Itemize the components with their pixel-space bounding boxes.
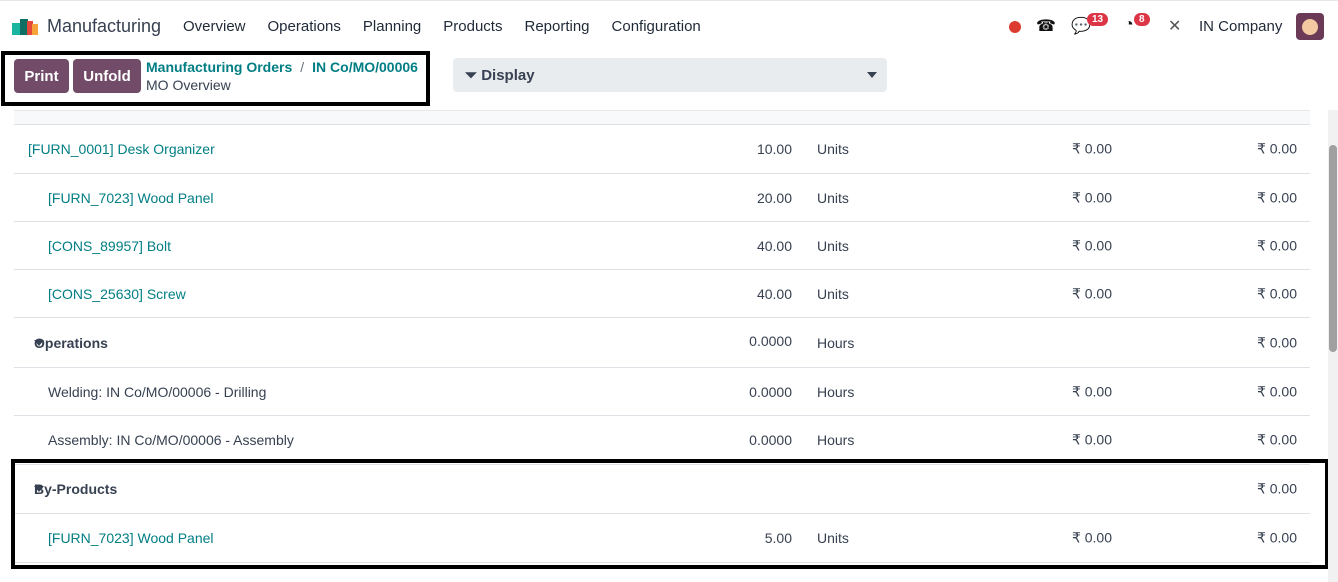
row-cost: ₹ 0.00: [1071, 189, 1112, 205]
breadcrumb-mo[interactable]: IN Co/MO/00006: [312, 59, 418, 75]
table-row: [CONS_25630] Screw 40.00 Units ₹ 0.00 ₹ …: [14, 270, 1310, 318]
row-quantity: 40.00: [756, 285, 792, 302]
messages-badge: 13: [1087, 13, 1109, 26]
filter-icon: ⏷: [465, 67, 478, 84]
row-unit: Units: [817, 530, 849, 546]
menu-products[interactable]: Products: [443, 18, 502, 35]
row-quantity: 10.00: [756, 141, 792, 157]
row-unit: Hours: [817, 432, 855, 448]
menu-planning[interactable]: Planning: [363, 18, 421, 35]
user-avatar[interactable]: [1296, 13, 1324, 40]
row-unit: Hours: [817, 334, 855, 351]
row-quantity: 20.00: [756, 189, 792, 206]
row-total: ₹ 0.00: [1256, 189, 1297, 205]
table-row: [FURN_0001] Desk Organizer 10.00 Units ₹…: [14, 125, 1310, 174]
activity-clock-icon[interactable]: ◔: [1124, 16, 1134, 34]
activities-badge: 8: [1134, 13, 1150, 26]
table-header: [14, 110, 1310, 125]
row-total: ₹ 0.00: [1256, 334, 1297, 350]
main-menu: Overview Operations Planning Products Re…: [183, 18, 701, 35]
row-name[interactable]: [FURN_7023] Wood Panel: [48, 190, 214, 206]
row-total: ₹ 0.00: [1256, 431, 1297, 448]
row-name[interactable]: [FURN_7023] Wood Panel: [48, 530, 214, 546]
manufacturing-logo-icon: [12, 19, 38, 35]
row-quantity: 40.00: [756, 237, 792, 254]
page-title: MO Overview: [146, 77, 231, 93]
row-cost: ₹ 0.00: [1071, 431, 1112, 448]
table-row: Welding: IN Co/MO/00006 - Drilling 0.000…: [14, 368, 1310, 416]
row-unit: Units: [817, 141, 849, 157]
row-cost: ₹ 0.00: [1071, 529, 1112, 546]
row-name[interactable]: [FURN_0001] Desk Organizer: [28, 141, 215, 157]
breadcrumb-manufacturing-orders[interactable]: Manufacturing Orders: [146, 59, 292, 75]
row-quantity: 5.00: [764, 530, 792, 546]
row-unit: Units: [817, 189, 849, 206]
row-cost: ₹ 0.00: [1071, 383, 1112, 399]
row-quantity: 0.0000: [749, 383, 792, 400]
menu-configuration[interactable]: Configuration: [612, 18, 701, 35]
status-dot-icon[interactable]: [1009, 21, 1021, 33]
row-unit: Hours: [817, 383, 855, 400]
breadcrumb-separator: /: [300, 59, 305, 75]
menu-reporting[interactable]: Reporting: [524, 18, 589, 35]
row-quantity: 0.0000: [749, 432, 792, 448]
row-name[interactable]: [CONS_25630] Screw: [48, 286, 186, 302]
row-cost: ₹ 0.00: [1071, 285, 1112, 301]
top-navbar: Manufacturing Overview Operations Planni…: [0, 0, 1338, 52]
breadcrumb: Manufacturing Orders / IN Co/MO/00006: [146, 59, 418, 75]
app-name[interactable]: Manufacturing: [47, 16, 161, 37]
tools-icon[interactable]: ✕: [1168, 16, 1181, 36]
section-row: Operations 0.0000 Hours ₹ 0.00: [14, 318, 1310, 368]
row-total: ₹ 0.00: [1256, 285, 1297, 301]
row-name: Welding: IN Co/MO/00006 - Drilling: [48, 383, 267, 400]
menu-operations[interactable]: Operations: [268, 18, 341, 35]
phone-icon[interactable]: ☎: [1036, 16, 1056, 36]
print-button[interactable]: Print: [14, 59, 69, 93]
row-total: ₹ 0.00: [1256, 140, 1297, 157]
menu-overview[interactable]: Overview: [183, 18, 246, 35]
display-dropdown[interactable]: ⏷ Display: [453, 58, 887, 92]
table-row: [FURN_7023] Wood Panel 20.00 Units ₹ 0.0…: [14, 174, 1310, 222]
company-switcher[interactable]: IN Company: [1199, 18, 1282, 35]
row-quantity: 0.0000: [749, 332, 792, 349]
row-total: ₹ 0.00: [1256, 237, 1297, 253]
row-cost: ₹ 0.00: [1071, 237, 1112, 253]
table-row: [CONS_89957] Bolt 40.00 Units ₹ 0.00 ₹ 0…: [14, 222, 1310, 270]
scrollbar-thumb[interactable]: [1329, 145, 1337, 352]
row-total: ₹ 0.00: [1256, 529, 1297, 546]
table-row: [FURN_7023] Wood Panel 5.00 Units ₹ 0.00…: [14, 514, 1310, 563]
display-label: Display: [481, 67, 535, 84]
caret-down-icon: [867, 72, 877, 78]
section-row: By-Products ₹ 0.00: [14, 465, 1310, 514]
unfold-button[interactable]: Unfold: [73, 59, 141, 93]
row-unit: Units: [817, 285, 849, 302]
row-cost: ₹ 0.00: [1071, 140, 1112, 157]
row-unit: Units: [817, 237, 849, 254]
row-name: Assembly: IN Co/MO/00006 - Assembly: [48, 432, 294, 448]
row-name[interactable]: [CONS_89957] Bolt: [48, 238, 171, 254]
table-row: Assembly: IN Co/MO/00006 - Assembly 0.00…: [14, 416, 1310, 465]
row-total: ₹ 0.00: [1256, 383, 1297, 399]
row-total: ₹ 0.00: [1256, 480, 1297, 497]
